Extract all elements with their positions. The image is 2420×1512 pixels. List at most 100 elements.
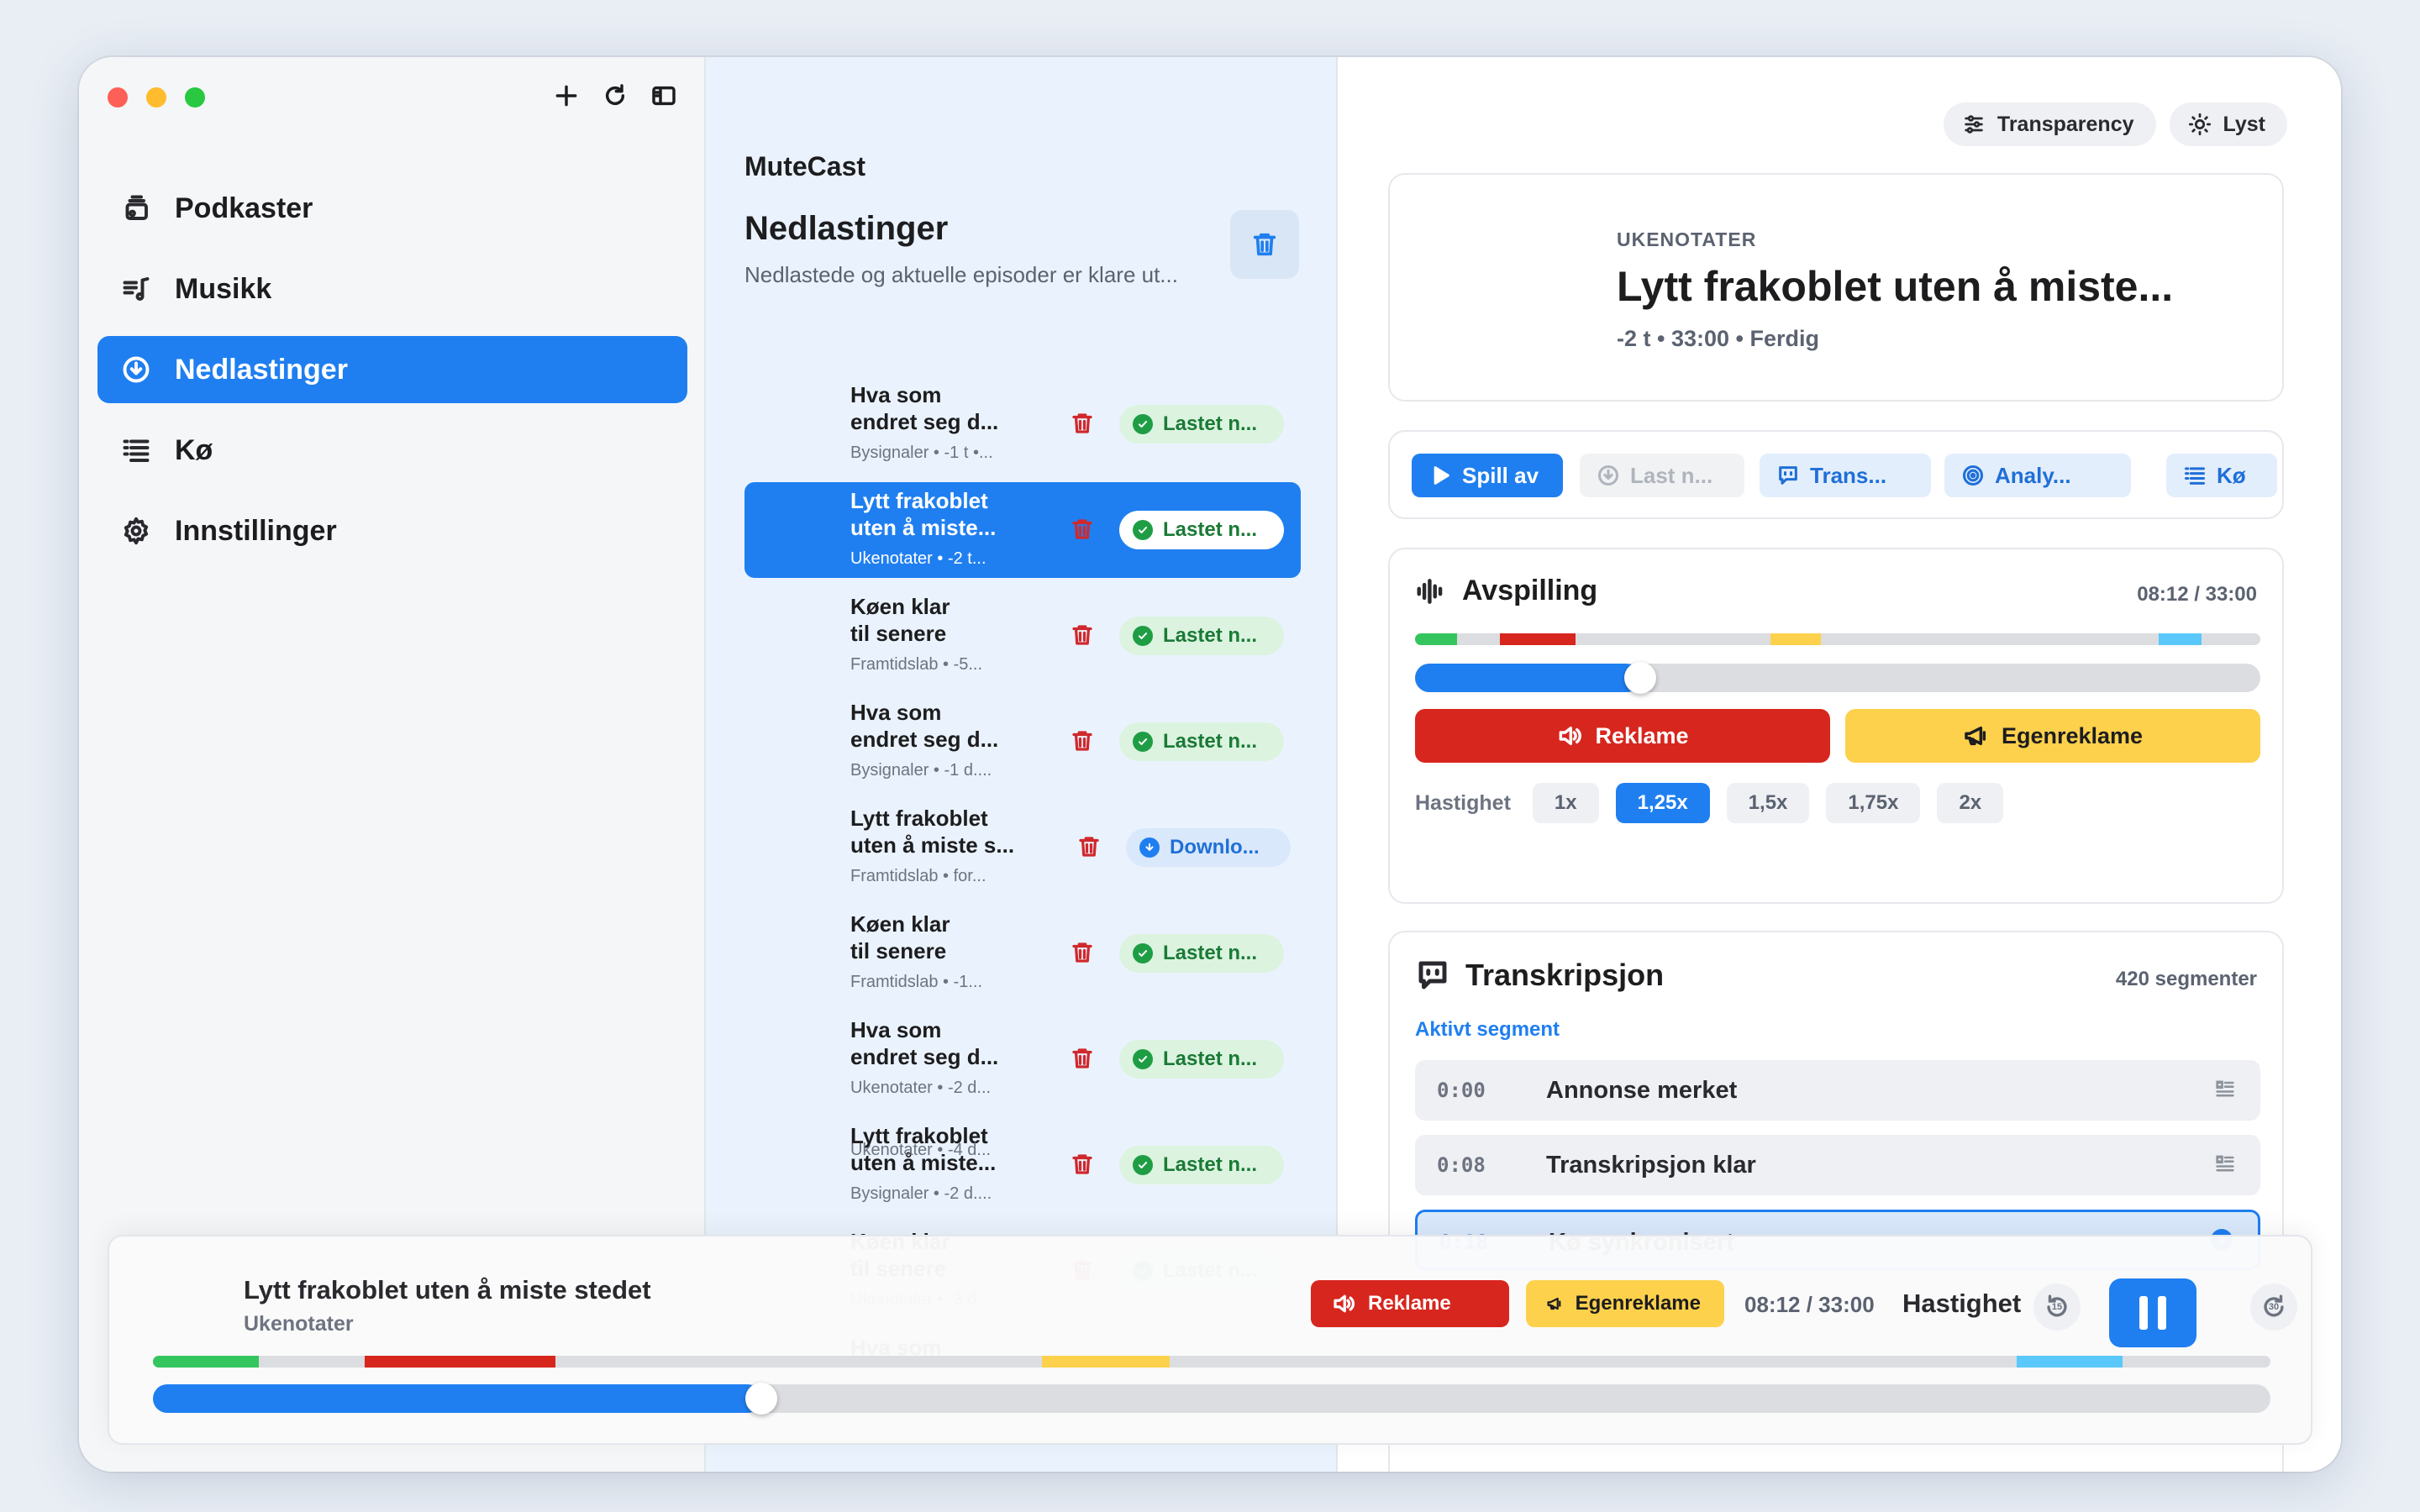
episode-title: Lytt frakoblet uten å miste s... [850, 805, 1035, 858]
episode-title-line: til senere [850, 938, 947, 963]
trash-icon[interactable] [1065, 512, 1099, 546]
episode-row[interactable]: Køen klar til senere Framtidslab • -1... La… [744, 906, 1301, 1001]
analysis-button[interactable]: Analy... [1944, 454, 2131, 497]
segment-text: Transkripsjon klar [1546, 1152, 1756, 1179]
sidebar-item-music[interactable]: Musikk [97, 255, 687, 323]
trash-icon[interactable] [1065, 618, 1099, 652]
theme-button[interactable]: Lyst [2169, 102, 2287, 146]
trash-icon[interactable] [1065, 1147, 1099, 1181]
speed-option[interactable]: 1,75x [1826, 783, 1921, 823]
play-button[interactable]: Spill av [1412, 454, 1563, 497]
mini-progress-slider[interactable] [153, 1383, 2270, 1415]
sidebar-item-label: Podkaster [175, 192, 313, 224]
download-status-badge: Lastet n... [1119, 1146, 1284, 1184]
transcript-row[interactable]: 0:00 Annonse merket [1415, 1060, 2260, 1121]
download-button[interactable]: Last n... [1580, 454, 1744, 497]
episode-meta: Bysignaler • -1 d.... [850, 761, 992, 780]
sidebar-item-queue[interactable]: Kø [97, 417, 687, 484]
sidebar-item-podcasts[interactable]: Podkaster [97, 175, 687, 242]
delete-all-button[interactable] [1230, 210, 1299, 279]
sidebar-item-settings[interactable]: Innstillinger [97, 497, 687, 564]
download-status-label: Lastet n... [1163, 518, 1258, 541]
trash-icon[interactable] [1065, 1042, 1099, 1075]
mini-progress-knob[interactable] [744, 1383, 777, 1415]
episode-meta: Framtidslab • for... [850, 867, 986, 885]
minimize-window-button[interactable] [146, 87, 166, 108]
transparency-button[interactable]: Transparency [1943, 102, 2156, 146]
trash-icon[interactable] [1065, 407, 1099, 440]
episode-header-card: UKENOTATER Lytt frakoblet uten å miste..… [1388, 173, 2284, 402]
zoom-window-button[interactable] [185, 87, 205, 108]
episode-row[interactable]: Hva som endret seg d... Bysignaler • -1 t … [744, 376, 1301, 472]
episode-title-line: Hva som [850, 1017, 942, 1042]
segment-marker [1415, 633, 1458, 645]
segment-marker [2016, 1356, 2123, 1368]
now-playing-title: Lytt frakoblet uten å miste stedet [244, 1275, 651, 1305]
mini-mark-ad-button[interactable]: Reklame [1311, 1280, 1509, 1327]
sliders-icon [1965, 115, 1983, 134]
pause-button[interactable] [2109, 1278, 2196, 1347]
episode-title-line: Hva som [850, 700, 942, 725]
speed-option[interactable]: 2x [1937, 783, 2004, 823]
episode-title-line: Lytt frakoblet [850, 806, 988, 831]
speaker-icon [1560, 726, 1582, 746]
target-icon [1962, 465, 1984, 486]
segment-details-icon[interactable] [2213, 1152, 2238, 1177]
skip-back-button[interactable]: 15 [2033, 1284, 2081, 1331]
add-icon[interactable] [551, 81, 581, 111]
episode-row[interactable]: Lytt frakoblet uten å miste... Bysignaler … [744, 1117, 1301, 1213]
speed-label: Hastighet [1415, 790, 1511, 815]
trash-icon[interactable] [1072, 830, 1106, 864]
episode-row[interactable]: Lytt frakoblet uten å miste s... Framtidsl… [744, 800, 1301, 895]
mark-ad-button[interactable]: Reklame [1415, 709, 1830, 763]
episode-meta: Framtidslab • -5... [850, 655, 983, 674]
speaker-icon [1334, 1294, 1355, 1313]
gear-icon [119, 514, 153, 548]
episode-row[interactable]: Lytt frakoblet uten å miste... Ukenotater … [744, 482, 1301, 578]
episode-row[interactable]: Hva som endret seg d... Ukenotater • -2 d.… [744, 1011, 1301, 1107]
speed-option[interactable]: 1,25x [1615, 783, 1710, 823]
progress-slider[interactable] [1415, 662, 2260, 694]
episode-row[interactable]: Hva som endret seg d... Bysignaler • -1 d.… [744, 694, 1301, 790]
episode-row[interactable]: Køen klar til senere Framtidslab • -5... La… [744, 588, 1301, 684]
mini-mark-promo-button[interactable]: Egenreklame [1526, 1280, 1724, 1327]
transcript-button[interactable]: Trans... [1760, 454, 1931, 497]
download-status-label: Lastet n... [1163, 624, 1258, 647]
playback-heading: Avspilling [1415, 575, 1597, 607]
mini-player: Lytt frakoblet uten å miste stedet Ukeno… [108, 1235, 2312, 1445]
playback-time: 08:12 / 33:00 [2137, 583, 2257, 606]
play-icon [1434, 466, 1449, 485]
refresh-icon[interactable] [600, 81, 630, 111]
page-subtitle: Nedlastede og aktuelle episoder er klare… [744, 262, 1178, 287]
app-name: MuteCast [744, 151, 866, 181]
segment-count: 420 segmenter [2115, 968, 2257, 990]
sun-icon [2188, 113, 2211, 136]
mark-promo-button[interactable]: Egenreklame [1845, 709, 2260, 763]
sidebar-toggle-icon[interactable] [649, 81, 679, 111]
progress-knob[interactable] [1623, 662, 1656, 694]
active-segment-link[interactable]: Aktivt segment [1415, 1018, 1560, 1042]
playback-card: Avspilling 08:12 / 33:00 Reklame Egenrek… [1388, 548, 2284, 904]
segment-details-icon[interactable] [2213, 1077, 2238, 1102]
close-window-button[interactable] [108, 87, 128, 108]
download-status-badge: Lastet n... [1119, 1040, 1284, 1079]
transcript-row[interactable]: 0:08 Transkripsjon klar [1415, 1135, 2260, 1195]
episode-title-line: uten å miste s... [850, 832, 1015, 858]
speech-bubble-icon [1418, 961, 1447, 990]
mini-time: 08:12 / 33:00 [1744, 1292, 1875, 1317]
episode-title-line: endret seg d... [850, 1044, 999, 1069]
download-status-badge: Lastet n... [1119, 511, 1284, 549]
trash-icon[interactable] [1065, 724, 1099, 758]
download-status-label: Lastet n... [1163, 942, 1258, 964]
skip-forward-button[interactable]: 30 [2250, 1284, 2297, 1331]
mini-speed-button[interactable]: Hastighet [1902, 1289, 2021, 1319]
speed-option[interactable]: 1x [1532, 783, 1599, 823]
segment-marker [1770, 633, 1821, 645]
queue-button[interactable]: Kø [2166, 454, 2277, 497]
download-status-label: Lastet n... [1163, 730, 1258, 753]
episode-meta: Bysignaler • -1 t •... [850, 444, 993, 462]
speed-option[interactable]: 1,5x [1726, 783, 1810, 823]
trash-icon [1253, 233, 1276, 256]
sidebar-item-downloads[interactable]: Nedlastinger [97, 336, 687, 403]
trash-icon[interactable] [1065, 936, 1099, 969]
